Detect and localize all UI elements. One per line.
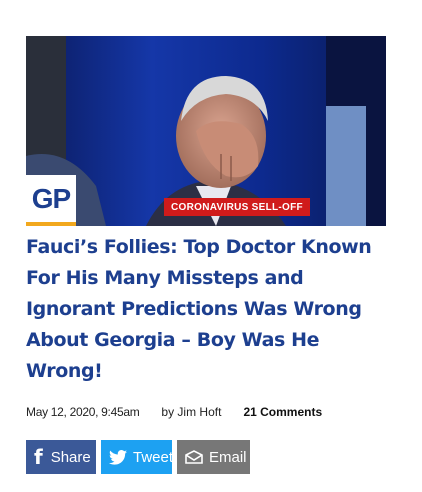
twitter-share-button[interactable]: Tweet xyxy=(101,440,174,474)
twitter-share-label: Tweet xyxy=(133,448,174,466)
site-logo[interactable]: GP xyxy=(26,175,76,226)
image-chyron: CORONAVIRUS SELL-OFF xyxy=(164,198,310,216)
email-share-label: Email xyxy=(209,448,247,466)
facebook-share-button[interactable]: f Share xyxy=(26,440,96,474)
facebook-share-label: Share xyxy=(50,448,91,466)
article-headline[interactable]: Fauci’s Follies: Top Doctor Known For Hi… xyxy=(26,232,396,387)
twitter-bird-icon xyxy=(109,449,127,465)
comments-link[interactable]: 21 Comments xyxy=(243,405,322,419)
share-bar: f Share Tweet Email xyxy=(26,440,250,474)
article-meta: May 12, 2020, 9:45am by Jim Hoft 21 Comm… xyxy=(26,403,406,421)
author-link[interactable]: by Jim Hoft xyxy=(161,405,221,419)
email-share-button[interactable]: Email xyxy=(177,440,250,474)
publish-date: May 12, 2020, 9:45am xyxy=(26,405,140,419)
site-logo-text: GP xyxy=(31,182,71,214)
facebook-icon: f xyxy=(34,445,43,469)
envelope-icon xyxy=(185,450,203,464)
